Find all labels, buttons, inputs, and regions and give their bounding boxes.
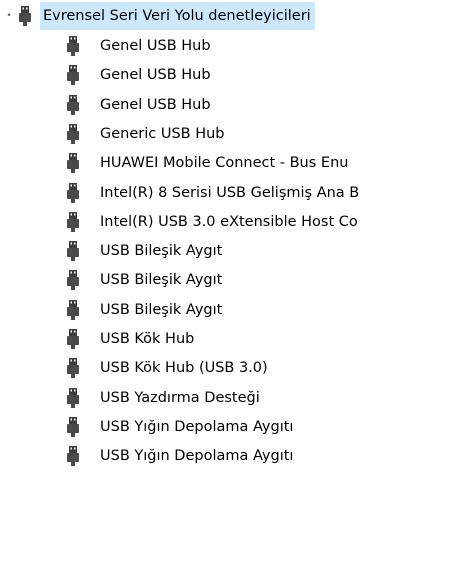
- usb-connector-icon: [66, 208, 100, 236]
- tree-node-label: Genel USB Hub: [100, 96, 211, 113]
- usb-connector-icon: [66, 354, 100, 382]
- tree-node-device[interactable]: USB Bileşik Aygıt: [66, 296, 222, 324]
- tree-node-device[interactable]: Generic USB Hub: [66, 120, 225, 148]
- expand-collapse-icon[interactable]: •: [0, 2, 18, 30]
- tree-node-label: Evrensel Seri Veri Yolu denetleyicileri: [40, 2, 315, 30]
- usb-connector-icon: [66, 91, 100, 119]
- tree-node-device[interactable]: USB Kök Hub (USB 3.0): [66, 354, 268, 382]
- tree-node-label: USB Bileşik Aygıt: [100, 243, 223, 260]
- tree-node-device[interactable]: Genel USB Hub: [66, 61, 211, 89]
- usb-connector-icon: [66, 442, 100, 470]
- tree-node-label: Genel USB Hub: [100, 38, 211, 54]
- tree-node-device[interactable]: USB Bileşik Aygıt: [66, 237, 222, 265]
- usb-connector-icon: [18, 2, 40, 30]
- usb-connector-icon: [66, 266, 100, 294]
- tree-node-label: Generic USB Hub: [100, 125, 225, 142]
- tree-node-device[interactable]: USB Bileşik Aygıt: [66, 266, 222, 294]
- tree-node-label: USB Kök Hub: [100, 331, 195, 347]
- tree-node-device[interactable]: HUAWEI Mobile Connect - Bus Enu: [66, 149, 348, 177]
- tree-node-label: USB Yazdırma Desteği: [100, 389, 260, 406]
- tree-node-device[interactable]: USB Yığın Depolama Aygıtı: [66, 413, 293, 441]
- tree-node-label: USB Bileşik Aygıt: [100, 272, 223, 289]
- tree-node-device[interactable]: Genel USB Hub: [66, 91, 211, 119]
- tree-node-label: Intel(R) USB 3.0 eXtensible Host Co: [100, 213, 358, 230]
- tree-node-device[interactable]: Intel(R) 8 Serisi USB Gelişmiş Ana B: [66, 179, 359, 207]
- usb-connector-icon: [66, 120, 100, 148]
- usb-connector-icon: [66, 384, 100, 412]
- tree-node-usb-controllers[interactable]: • Evrensel Seri Veri Yolu denetleyiciler…: [0, 2, 315, 30]
- tree-node-device[interactable]: Intel(R) USB 3.0 eXtensible Host Co: [66, 208, 358, 236]
- tree-node-label: HUAWEI Mobile Connect - Bus Enu: [100, 155, 349, 172]
- usb-connector-icon: [66, 413, 100, 441]
- tree-node-device[interactable]: USB Yazdırma Desteği: [66, 384, 260, 412]
- tree-node-label: USB Kök Hub (USB 3.0): [100, 360, 268, 377]
- usb-connector-icon: [66, 237, 100, 265]
- usb-connector-icon: [66, 325, 100, 353]
- usb-connector-icon: [66, 149, 100, 177]
- tree-node-label: Genel USB Hub: [100, 67, 211, 84]
- tree-node-device[interactable]: Genel USB Hub: [66, 32, 211, 60]
- tree-node-device[interactable]: USB Yığın Depolama Aygıtı: [66, 442, 293, 470]
- tree-node-label: USB Bileşik Aygıt: [100, 301, 223, 318]
- usb-connector-icon: [66, 61, 100, 89]
- tree-node-device[interactable]: USB Kök Hub: [66, 325, 194, 353]
- device-tree: • Evrensel Seri Veri Yolu denetleyiciler…: [0, 0, 472, 580]
- usb-connector-icon: [66, 32, 100, 60]
- tree-node-label: USB Yığın Depolama Aygıtı: [100, 448, 294, 465]
- usb-connector-icon: [66, 296, 100, 324]
- tree-node-label: Intel(R) 8 Serisi USB Gelişmiş Ana B: [100, 184, 360, 201]
- usb-connector-icon: [66, 179, 100, 207]
- tree-node-label: USB Yığın Depolama Aygıtı: [100, 418, 294, 435]
